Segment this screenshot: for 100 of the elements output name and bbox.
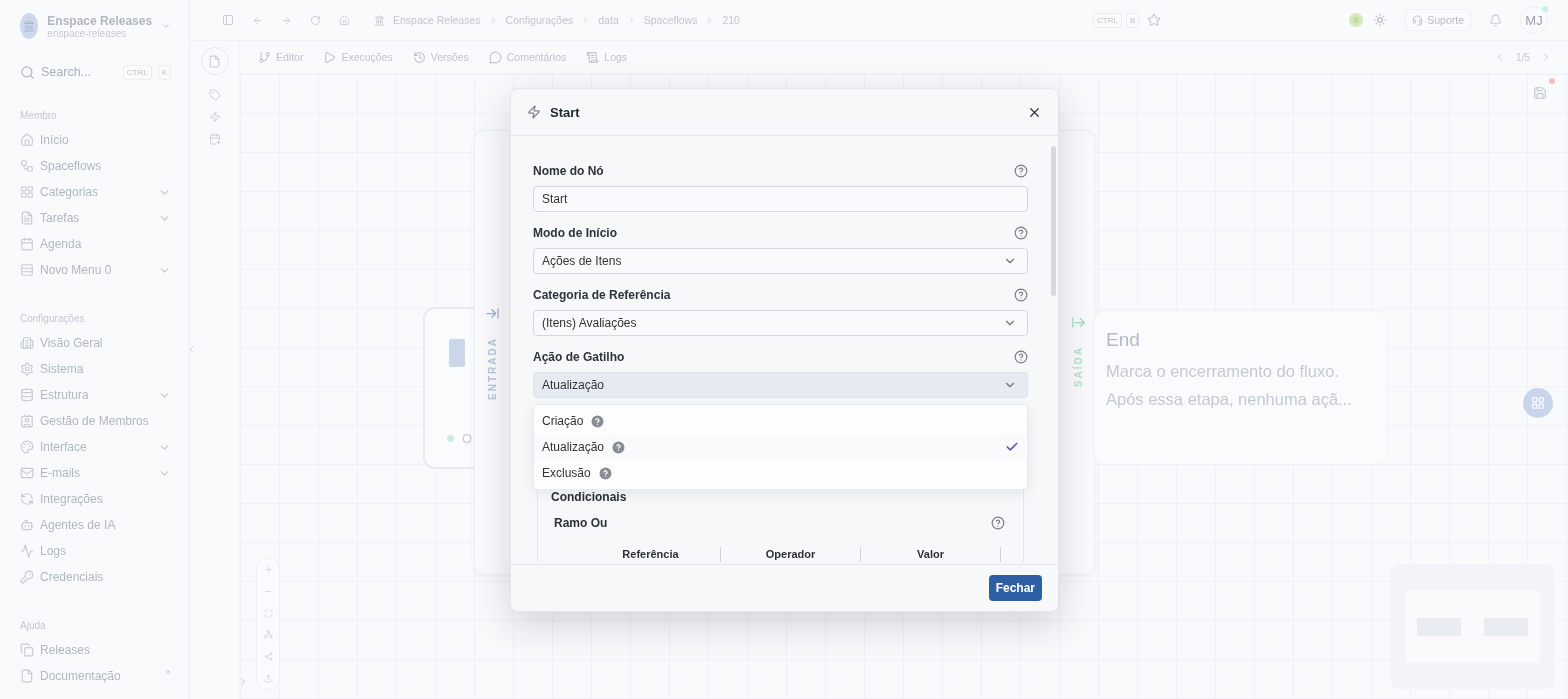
bell-icon[interactable]	[1489, 13, 1502, 27]
search-icon	[20, 64, 35, 80]
exit-label: SAÍDA	[1073, 346, 1084, 388]
zoom-in-icon[interactable]	[263, 565, 273, 575]
sidebar-item[interactable]: Sistema	[20, 356, 171, 382]
add-node-button[interactable]	[1523, 388, 1553, 418]
toolbar-tab[interactable]: Logs	[586, 50, 628, 64]
dropdown-option[interactable]: Criação	[534, 408, 1027, 434]
share-icon[interactable]	[263, 651, 273, 661]
sidebar-item[interactable]: Gestão de Membros	[20, 408, 171, 434]
branch-title: Ramo Ou	[554, 516, 608, 530]
help-icon[interactable]	[591, 414, 605, 428]
export-icon[interactable]	[263, 673, 273, 683]
bolt-icon[interactable]	[208, 111, 221, 123]
sidebar-item[interactable]: Logs	[20, 538, 171, 564]
entry-label: ENTRADA	[487, 337, 498, 400]
calendar-icon	[20, 237, 34, 251]
help-icon[interactable]	[598, 466, 612, 480]
sync-icon	[20, 492, 34, 506]
sidebar-item[interactable]: Agenda	[20, 231, 171, 257]
help-icon[interactable]	[991, 516, 1005, 530]
breadcrumb-item[interactable]: Configurações	[505, 14, 574, 26]
back-icon[interactable]	[252, 14, 263, 26]
sidebar-item[interactable]: Documentação	[20, 663, 171, 689]
input-field[interactable]: Start	[533, 186, 1028, 212]
entry-arrow-icon	[485, 306, 500, 321]
refresh-icon[interactable]	[310, 14, 321, 26]
sidebar-item[interactable]: Estrutura	[20, 382, 171, 408]
sidebar-item[interactable]: Interface	[20, 434, 171, 460]
headset-icon	[1412, 14, 1424, 26]
settings-icon	[20, 362, 34, 376]
copy-icon	[20, 643, 34, 657]
fit-view-icon[interactable]	[263, 608, 273, 618]
layout-icon[interactable]	[263, 630, 273, 640]
calendar-icon[interactable]	[208, 133, 221, 145]
sun-icon[interactable]	[1373, 13, 1388, 27]
page-icon	[208, 54, 221, 68]
sidebar-item[interactable]: Início	[20, 127, 171, 153]
forward-icon[interactable]	[281, 14, 292, 26]
tag-icon[interactable]	[208, 89, 221, 101]
star-icon[interactable]	[1147, 13, 1162, 27]
breadcrumb-item[interactable]: Enspace Releases	[393, 14, 481, 26]
section-title: Condicionais	[551, 489, 628, 505]
contact-icon	[20, 414, 34, 428]
database-icon	[20, 388, 34, 402]
grid-icon	[1531, 396, 1545, 410]
node-icon	[449, 339, 465, 367]
sidebar-item[interactable]: Visão Geral	[20, 330, 171, 356]
select-field[interactable]: Atualização	[533, 372, 1028, 398]
column-header: Operador	[721, 547, 861, 562]
sidebar-item[interactable]: Spaceflows	[20, 153, 171, 179]
history-icon	[412, 50, 426, 64]
status-icon[interactable]	[1349, 13, 1364, 27]
help-icon[interactable]	[612, 440, 626, 454]
dropdown-option[interactable]: Atualização	[534, 434, 1027, 460]
document-icon	[20, 669, 34, 683]
workflow-icon	[20, 159, 34, 173]
sidebar-item[interactable]: Novo Menu 0	[20, 257, 171, 283]
comment-icon	[488, 50, 502, 64]
sidebar-toggle-icon[interactable]	[222, 14, 234, 26]
check-icon	[1005, 440, 1019, 454]
document-icon	[20, 211, 34, 225]
building-icon	[374, 14, 385, 26]
support-button[interactable]: Suporte	[1405, 9, 1471, 31]
status-dot	[447, 435, 454, 442]
breadcrumb-item[interactable]: Spaceflows	[643, 14, 698, 26]
search-field[interactable]: Search...	[41, 65, 117, 79]
play-icon	[323, 50, 337, 64]
key-icon	[20, 570, 34, 584]
save-icon[interactable]	[1533, 86, 1547, 100]
grid-icon	[20, 185, 34, 199]
home-icon[interactable]	[339, 14, 350, 26]
help-icon[interactable]	[1014, 350, 1028, 364]
sidebar-item[interactable]: Categorias	[20, 179, 171, 205]
toolbar-tab[interactable]: Editor	[258, 50, 304, 64]
building-icon	[20, 336, 34, 350]
bolt-icon	[527, 105, 541, 119]
sidebar-item[interactable]: Agentes de IA	[20, 512, 171, 538]
select-field[interactable]: Ações de Itens	[533, 248, 1028, 274]
external-link-icon	[164, 668, 171, 676]
sidebar-item[interactable]: E-mails	[20, 460, 171, 486]
sidebar-item[interactable]: Integrações	[20, 486, 171, 512]
toolbar-tab[interactable]: Versões	[412, 50, 469, 64]
scroll-icon	[586, 50, 600, 64]
home-icon	[20, 133, 34, 147]
sidebar-item[interactable]: Credenciais	[20, 564, 171, 590]
dropdown-option[interactable]: Exclusão	[534, 460, 1027, 486]
sidebar-item[interactable]: Releases	[20, 637, 171, 663]
toolbar-tab[interactable]: Comentários	[488, 50, 567, 64]
node-title: End	[1106, 329, 1141, 351]
help-icon[interactable]	[1014, 164, 1028, 178]
select-field[interactable]: (Itens) Avaliações	[533, 310, 1028, 336]
help-icon[interactable]	[1014, 226, 1028, 240]
field-label: Categoria de Referência	[533, 288, 671, 302]
field-label: Ação de Gatilho	[533, 350, 625, 364]
help-icon[interactable]	[1014, 288, 1028, 302]
activity-icon	[20, 544, 34, 558]
toolbar-tab[interactable]: Execuções	[323, 50, 393, 64]
close-button[interactable]: Fechar	[988, 575, 1042, 601]
sidebar-item[interactable]: Tarefas	[20, 205, 171, 231]
